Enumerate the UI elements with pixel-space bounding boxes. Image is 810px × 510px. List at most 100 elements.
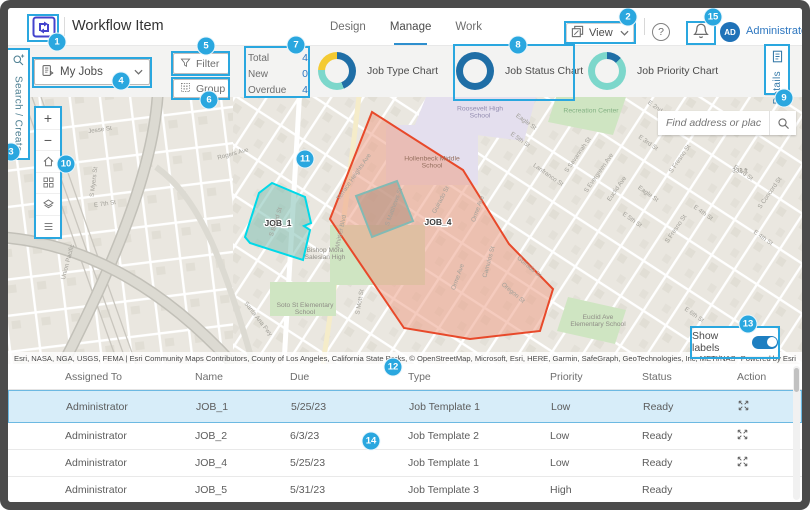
job-status-chart-donut: [456, 52, 494, 90]
table-cell: JOB_1: [188, 401, 283, 413]
job-type-chart-label: Job Type Chart: [367, 65, 438, 77]
stat-overdue: Overdue4: [248, 82, 308, 98]
table-header-row: Assigned ToNameDueTypePriorityStatusActi…: [8, 364, 802, 390]
table-row-job_1[interactable]: AdministratorJOB_15/25/23Job Template 1L…: [8, 390, 802, 423]
page-title: Workflow Item: [72, 18, 164, 34]
powered-by-esri: Powered by Esri: [741, 354, 796, 363]
help-icon[interactable]: ?: [652, 23, 670, 41]
user-name[interactable]: Administrator: [746, 25, 802, 37]
attribution-text: Esri, NASA, NGA, USGS, FEMA | Esri Commu…: [14, 354, 735, 363]
table-cell: 5/25/23: [283, 401, 401, 413]
table-row-job_4[interactable]: AdministratorJOB_45/25/23Job Template 1L…: [8, 450, 802, 477]
jobs-table: Assigned ToNameDueTypePriorityStatusActi…: [8, 364, 802, 502]
group-grid-icon: [180, 82, 191, 96]
legend-button[interactable]: [36, 216, 60, 238]
nav-tabs: Design Manage Work: [330, 8, 482, 45]
table-cell: Administrator: [57, 457, 187, 469]
table-cell: Job Template 1: [400, 457, 542, 469]
show-labels-label: Show labels: [692, 330, 745, 354]
details-doc-icon: [771, 50, 784, 68]
table-cell: High: [542, 484, 634, 496]
table-cell: Low: [542, 430, 634, 442]
group-label: Group: [196, 83, 225, 95]
stat-new: New0: [248, 66, 308, 82]
zoom-in-button[interactable]: +: [36, 108, 60, 130]
chevron-down-icon: [620, 27, 629, 39]
map-controls: +−: [36, 108, 60, 237]
scrollbar-thumb[interactable]: [794, 368, 799, 392]
jobs-dropdown[interactable]: My Jobs: [34, 59, 150, 85]
map-search-button[interactable]: [769, 111, 796, 135]
basemap: JOB_1 JOB_4: [8, 97, 802, 364]
filter-funnel-icon: [180, 57, 191, 71]
search-plus-icon: [12, 54, 25, 72]
search-create-tab[interactable]: Search / Create: [8, 48, 29, 160]
details-label: Details: [772, 71, 783, 104]
header-divider-2: [644, 18, 645, 35]
group-button[interactable]: Group: [173, 79, 229, 98]
map-view[interactable]: JOB_1JOB_4 Roosevelt High SchoolRecreati…: [8, 97, 802, 364]
top-header: Workflow Item Design Manage Work View ? AD…: [8, 8, 802, 46]
table-cell: Administrator: [57, 430, 187, 442]
show-labels-toggle[interactable]: [752, 336, 778, 349]
user-avatar[interactable]: AD: [720, 22, 740, 42]
job-priority-chart-label: Job Priority Chart: [637, 65, 718, 77]
header-divider: [64, 17, 65, 36]
table-cell: Low: [542, 457, 634, 469]
notifications-bell-icon[interactable]: [692, 22, 710, 45]
table-cell: JOB_4: [187, 457, 282, 469]
details-tab[interactable]: Details: [765, 44, 788, 96]
table-cell: JOB_2: [187, 430, 282, 442]
table-scrollbar[interactable]: [793, 366, 800, 500]
basemap-button[interactable]: [36, 173, 60, 195]
table-cell: Ready: [634, 430, 729, 442]
table-row-job_5[interactable]: AdministratorJOB_55/31/23Job Template 3H…: [8, 477, 802, 502]
table-cell: Job Template 1: [401, 401, 543, 413]
zoom-to-action-button[interactable]: [729, 456, 802, 470]
table-cell: 5/31/23: [282, 484, 400, 496]
col-header-assigned-to: Assigned To: [57, 371, 187, 383]
jobs-icon: [41, 64, 54, 80]
view-button[interactable]: View: [566, 23, 634, 43]
jobs-dropdown-label: My Jobs: [60, 66, 128, 78]
table-cell: 5/25/23: [282, 457, 400, 469]
job-status-chart: Job Status Chart: [456, 52, 583, 90]
tab-design[interactable]: Design: [330, 8, 366, 45]
col-header-due: Due: [282, 371, 400, 383]
table-row-job_2[interactable]: AdministratorJOB_26/3/23Job Template 2Lo…: [8, 423, 802, 450]
find-address-input[interactable]: [658, 111, 769, 135]
job-status-chart-label: Job Status Chart: [505, 65, 583, 77]
job-label-job_4: JOB_4: [425, 217, 452, 227]
col-header-priority: Priority: [542, 371, 634, 383]
filter-label: Filter: [196, 58, 219, 70]
table-cell: Job Template 3: [400, 484, 542, 496]
table-cell: Ready: [635, 401, 730, 413]
job-type-chart: Job Type Chart: [318, 52, 438, 90]
filter-button[interactable]: Filter: [173, 53, 229, 74]
search-create-label: Search / Create: [13, 76, 24, 152]
home-button[interactable]: [36, 151, 60, 173]
view-icon: [571, 25, 584, 41]
chevron-down-icon: [134, 66, 143, 78]
layers-button[interactable]: [36, 194, 60, 216]
col-header-action: Action: [729, 371, 802, 383]
zoom-to-action-button[interactable]: [730, 400, 801, 414]
table-cell: Ready: [634, 484, 729, 496]
job-type-chart-donut: [318, 52, 356, 90]
map-attribution: Esri, NASA, NGA, USGS, FEMA | Esri Commu…: [8, 352, 802, 364]
job-label-job_1: JOB_1: [265, 218, 292, 228]
find-address-box: [658, 111, 796, 135]
zoom-out-button[interactable]: −: [36, 130, 60, 152]
tab-manage[interactable]: Manage: [390, 8, 432, 45]
job-priority-chart-donut: [588, 52, 626, 90]
col-header-type: Type: [400, 371, 542, 383]
stat-total: Total4: [248, 50, 308, 66]
table-cell: Job Template 2: [400, 430, 542, 442]
workflow-logo-icon[interactable]: [30, 15, 57, 38]
zoom-to-action-button[interactable]: [729, 429, 802, 443]
col-header-status: Status: [634, 371, 729, 383]
table-cell: Administrator: [58, 401, 188, 413]
window-frame: Workflow Item Design Manage Work View ? AD…: [0, 0, 810, 510]
charts-toolbar: My Jobs Filter Group Total4New0Overdue4 …: [8, 45, 802, 97]
tab-work[interactable]: Work: [455, 8, 482, 45]
